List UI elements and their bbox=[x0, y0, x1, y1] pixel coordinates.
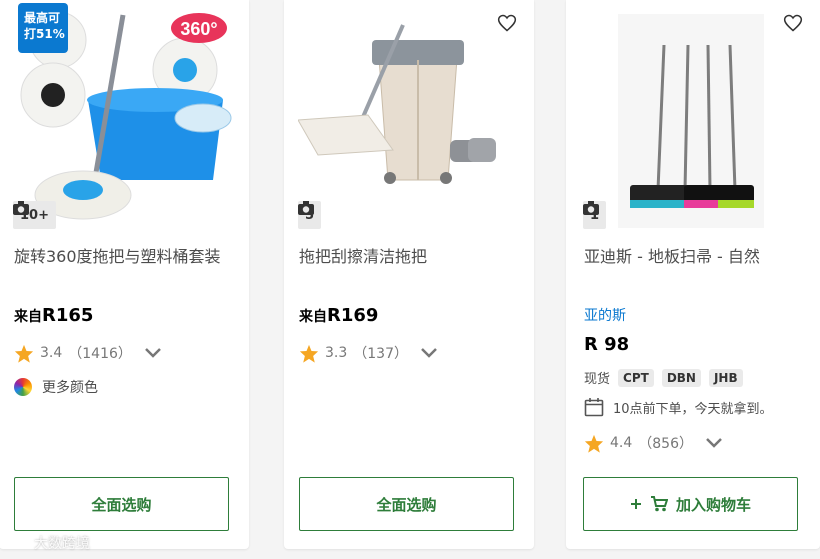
badge-360-text: 360° bbox=[180, 19, 217, 39]
watermark: 大数跨境 bbox=[8, 533, 90, 553]
photo-count-badge[interactable]: 10+ bbox=[13, 201, 56, 229]
delivery-info: 10点前下单，今天就拿到。 bbox=[584, 397, 773, 417]
product-price: 来自R169 bbox=[299, 305, 379, 326]
camera-icon bbox=[13, 201, 29, 215]
product-image-brooms[interactable]: 1 bbox=[580, 0, 806, 230]
heart-icon[interactable] bbox=[497, 13, 517, 33]
product-title[interactable]: 亚迪斯 - 地板扫帚 - 自然 bbox=[584, 246, 806, 268]
camera-icon bbox=[298, 201, 314, 215]
product-rating[interactable]: 3.4 （1416） bbox=[14, 343, 162, 363]
product-price: 来自R165 bbox=[14, 305, 94, 326]
product-title[interactable]: 旋转360度拖把与塑料桶套装 bbox=[14, 246, 236, 268]
chevron-down-icon[interactable] bbox=[705, 437, 723, 449]
product-rating[interactable]: 3.3 （137） bbox=[299, 343, 438, 363]
star-icon bbox=[299, 344, 319, 363]
product-title[interactable]: 拖把刮擦清洁拖把 bbox=[299, 246, 521, 268]
heart-icon[interactable] bbox=[783, 13, 803, 33]
more-colors[interactable]: 更多颜色 bbox=[14, 377, 98, 397]
star-icon bbox=[14, 344, 34, 363]
stock-availability: 现货 CPT DBN JHB bbox=[584, 368, 743, 387]
product-image-flat-mop[interactable]: 5 bbox=[298, 0, 520, 230]
product-image-spin-mop[interactable]: 360° 最高可 打51% 10+ bbox=[13, 0, 235, 230]
chevron-down-icon[interactable] bbox=[144, 347, 162, 359]
camera-icon bbox=[583, 201, 599, 215]
stock-chip-dbn: DBN bbox=[661, 368, 701, 387]
stock-chip-cpt: CPT bbox=[618, 368, 654, 387]
photo-count-badge[interactable]: 1 bbox=[583, 201, 607, 229]
product-card-2[interactable]: 5 拖把刮擦清洁拖把 来自R169 3.3 （137） 全面选购 bbox=[284, 0, 534, 549]
product-card-3[interactable]: 1 亚迪斯 - 地板扫帚 - 自然 亚的斯 R 98 现货 CPT DBN JH… bbox=[566, 0, 820, 549]
chevron-down-icon[interactable] bbox=[420, 347, 438, 359]
color-wheel-icon bbox=[14, 378, 32, 396]
plus-icon bbox=[630, 499, 641, 509]
photo-count-badge[interactable]: 5 bbox=[298, 201, 322, 229]
add-to-cart-button[interactable]: 加入购物车 bbox=[583, 477, 798, 531]
shop-all-button[interactable]: 全面选购 bbox=[299, 477, 514, 531]
calendar-icon bbox=[584, 398, 604, 417]
watermark-logo-icon bbox=[8, 537, 29, 549]
product-rating[interactable]: 4.4 （856） bbox=[584, 433, 723, 453]
discount-badge: 最高可 打51% bbox=[18, 3, 68, 53]
brand-link[interactable]: 亚的斯 bbox=[584, 305, 626, 325]
cart-icon bbox=[650, 496, 668, 512]
shop-all-button[interactable]: 全面选购 bbox=[14, 477, 229, 531]
star-icon bbox=[584, 434, 604, 453]
product-price: R 98 bbox=[584, 334, 630, 355]
product-card-1[interactable]: 360° 最高可 打51% 10+ 旋转360度拖把与塑料桶套装 来自R165 … bbox=[0, 0, 249, 549]
stock-chip-jhb: JHB bbox=[708, 368, 743, 387]
